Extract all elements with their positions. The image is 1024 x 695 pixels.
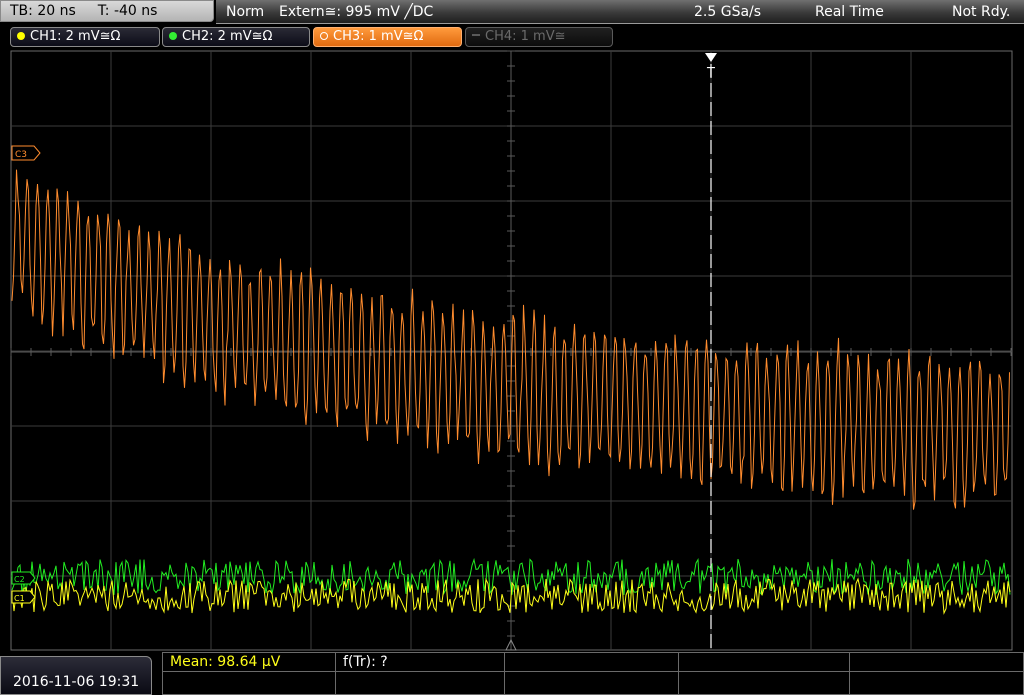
- channel-tabs: CH1: 2 mV≅Ω CH2: 2 mV≅Ω CH3: 1 mV≅Ω CH4:…: [0, 24, 1024, 50]
- ch2-label: CH2: 2 mV≅Ω: [182, 29, 273, 44]
- ch2-marker-label: C2: [14, 575, 25, 584]
- tab-ch3[interactable]: CH3: 1 mV≅Ω: [313, 27, 462, 47]
- ch3-label: CH3: 1 mV≅Ω: [333, 29, 424, 44]
- ready-state: Not Rdy.: [952, 4, 1011, 20]
- ch1-offset-marker[interactable]: C1: [11, 590, 36, 604]
- trigger-time-readout[interactable]: T: -40 ns: [98, 3, 158, 19]
- measurement-mean[interactable]: Mean: 98.64 µV: [162, 652, 336, 672]
- ch3-indicator-icon: [320, 32, 328, 40]
- timebase-readout[interactable]: TB: 20 ns: [10, 3, 76, 19]
- measurement-slot-9[interactable]: [678, 671, 850, 695]
- measurement-rise-freq[interactable]: f(Tr): ?: [335, 652, 505, 672]
- datetime-display: 2016-11-06 19:31: [0, 656, 152, 695]
- ch4-indicator-icon: [472, 34, 480, 36]
- tab-ch1[interactable]: CH1: 2 mV≅Ω: [10, 27, 160, 47]
- measurement-slot-5[interactable]: [849, 652, 1024, 672]
- measurement-slot-6[interactable]: [162, 671, 336, 695]
- ch2-indicator-icon: [169, 32, 177, 40]
- measurement-slot-3[interactable]: [504, 652, 679, 672]
- ch2-offset-marker[interactable]: C2: [11, 571, 36, 585]
- timebase-panel[interactable]: TB: 20 ns T: -40 ns: [0, 0, 214, 22]
- tab-ch2[interactable]: CH2: 2 mV≅Ω: [162, 27, 310, 47]
- ch1-marker-label: C1: [14, 594, 25, 603]
- waveform-display[interactable]: T C3 C2 C1: [0, 50, 1024, 652]
- trigger-label: T: [706, 66, 715, 81]
- ch1-indicator-icon: [17, 32, 25, 40]
- tab-ch4[interactable]: CH4: 1 mV≅: [465, 27, 613, 47]
- measurement-table[interactable]: Mean: 98.64 µV f(Tr): ?: [162, 652, 1024, 695]
- trigger-source[interactable]: Extern≅: 995 mV ╱DC: [279, 0, 433, 24]
- sample-rate[interactable]: 2.5 GSa/s: [694, 0, 761, 24]
- measurement-slot-4[interactable]: [678, 652, 850, 672]
- measurement-slot-7[interactable]: [335, 671, 505, 695]
- ch3-marker-label: C3: [15, 150, 27, 160]
- ch1-label: CH1: 2 mV≅Ω: [30, 29, 121, 44]
- trigger-position-marker-icon[interactable]: [705, 53, 717, 62]
- acquisition-mode[interactable]: Real Time: [815, 0, 884, 24]
- acquisition-status: Norm Extern≅: 995 mV ╱DC 2.5 GSa/s Real …: [216, 0, 1024, 24]
- status-bar: TB: 20 ns T: -40 ns Norm Extern≅: 995 mV …: [0, 0, 1024, 24]
- datetime-text: 2016-11-06 19:31: [13, 674, 140, 690]
- ch4-label: CH4: 1 mV≅: [485, 29, 566, 44]
- measurement-slot-10[interactable]: [849, 671, 1024, 695]
- measurement-slot-8[interactable]: [504, 671, 679, 695]
- trigger-mode[interactable]: Norm: [226, 0, 264, 24]
- waveform-canvas[interactable]: T C3 C2 C1: [0, 50, 1024, 652]
- ch3-offset-marker[interactable]: C3: [11, 145, 41, 161]
